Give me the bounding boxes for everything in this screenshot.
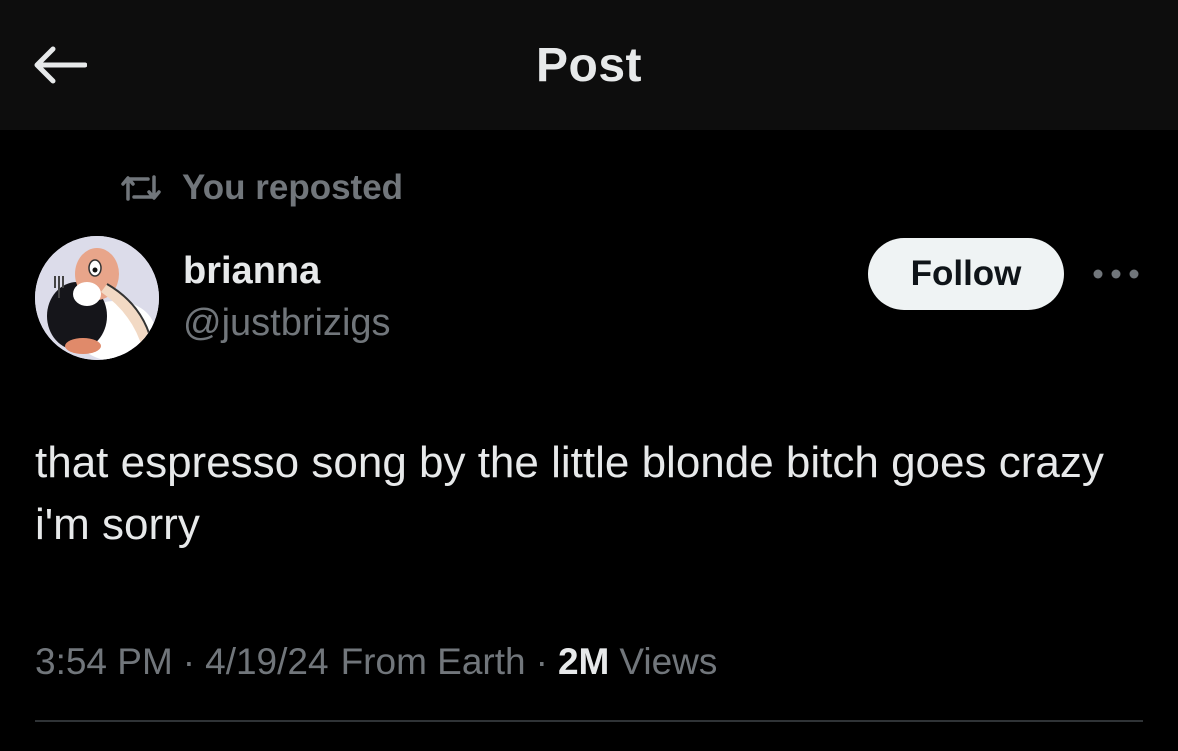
views-label: Views	[619, 641, 718, 682]
top-bar: Post	[0, 0, 1178, 130]
author-name[interactable]: brianna	[183, 250, 320, 293]
repost-indicator[interactable]: You reposted	[120, 166, 403, 210]
post-time[interactable]: 3:54 PM	[35, 641, 173, 683]
more-horizontal-icon	[1093, 269, 1139, 279]
divider	[35, 720, 1143, 722]
follow-button[interactable]: Follow	[868, 238, 1064, 310]
repost-icon	[120, 173, 162, 203]
meta-separator: ·	[182, 641, 196, 682]
more-options-button[interactable]	[1090, 256, 1142, 292]
post-location: From Earth	[340, 641, 526, 682]
views-count[interactable]: 2M	[558, 641, 609, 683]
meta-separator: ·	[535, 641, 548, 682]
repost-label: You reposted	[182, 168, 404, 207]
page-title: Post	[535, 39, 642, 92]
post-text: that espresso song by the little blonde …	[35, 438, 1104, 549]
cartoon-vulture-avatar	[35, 236, 159, 360]
author-handle[interactable]: @justbrizigs	[183, 302, 391, 345]
post-date[interactable]: 4/19/24	[205, 641, 328, 683]
post-metadata: 3:54 PM · 4/19/24 From Earth · 2M Views	[35, 636, 717, 688]
avatar[interactable]	[35, 236, 159, 360]
